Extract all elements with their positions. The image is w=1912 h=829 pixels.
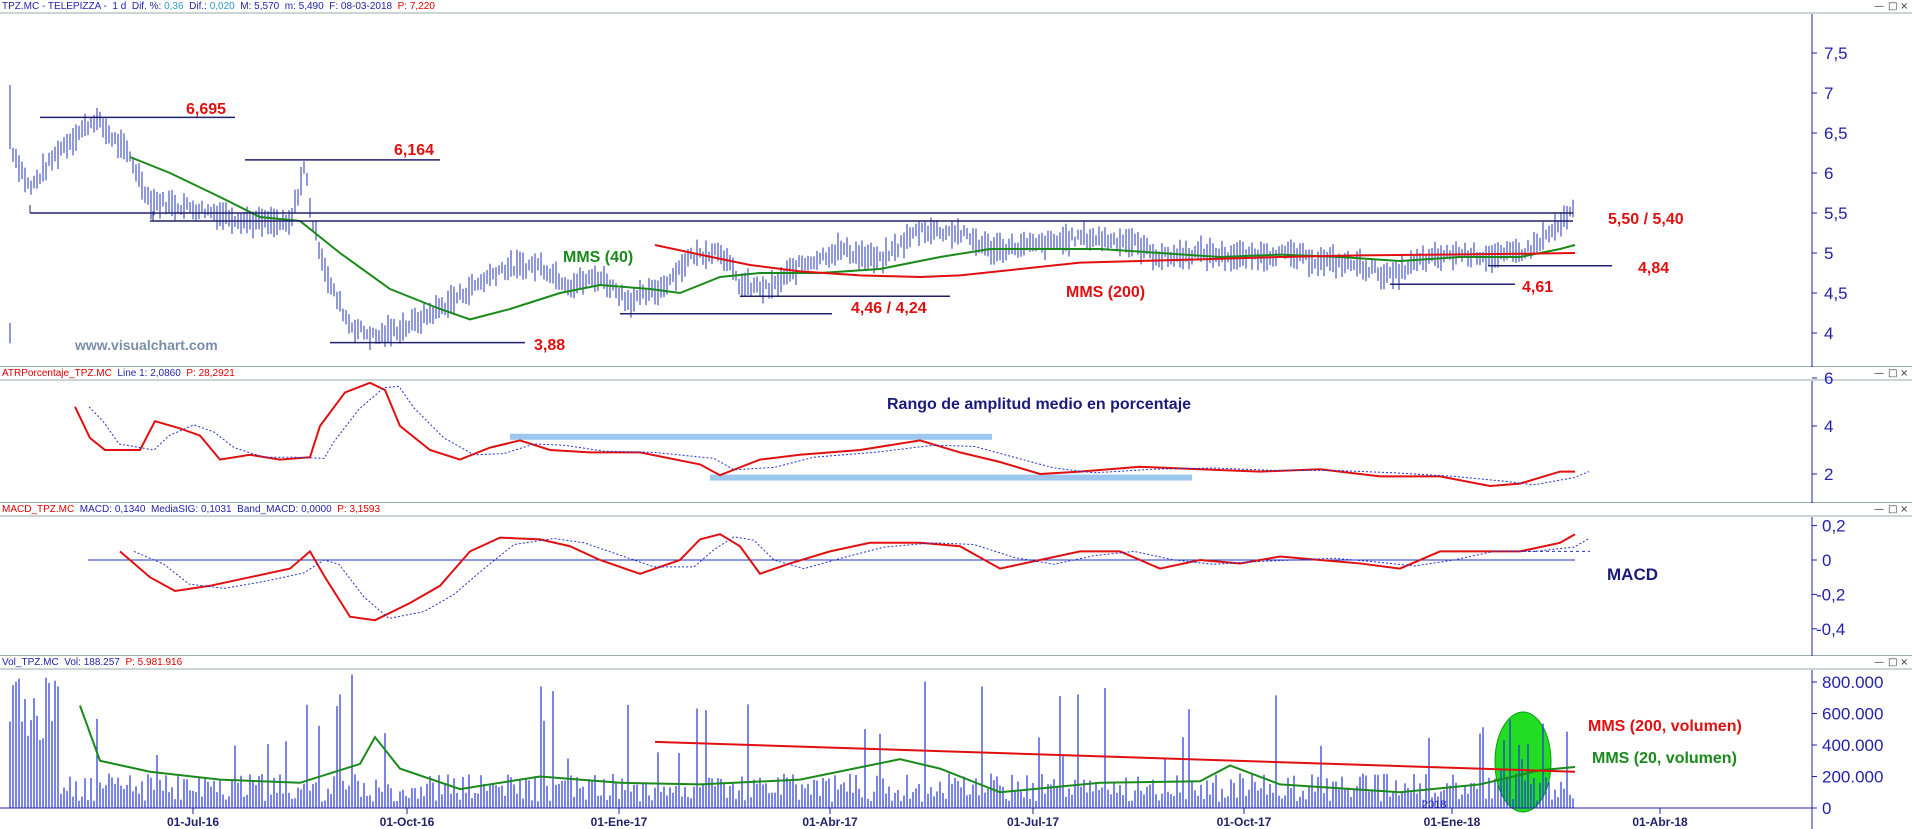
volume-chart: MMS (200, volumen) MMS (20, volumen) 800…: [0, 668, 1912, 829]
level-388-label: 3,88: [534, 337, 565, 354]
x-tick-label: 01-Abr-18: [1632, 815, 1688, 829]
macd-tick-label: -0,2: [1816, 585, 1845, 604]
volume-tick-label: 400.000: [1822, 736, 1883, 755]
macd-chart: MACD 0,2 0 -0,2 -0,4: [0, 515, 1912, 656]
price-tick-label: 7: [1824, 84, 1833, 103]
vol-mms20-label: MMS (20, volumen): [1592, 750, 1737, 767]
year-label: 2018: [1422, 799, 1446, 811]
atr-chart: Rango de amplitud medio en porcentaje 6 4…: [0, 369, 1912, 503]
atr-annotation: Rango de amplitud medio en porcentaje: [887, 396, 1191, 413]
macd-annotation: MACD: [1607, 565, 1658, 584]
volume-tick-label: 0: [1822, 799, 1831, 818]
x-tick-label: 01-Oct-17: [1217, 815, 1272, 829]
volume-tick-label: 600.000: [1822, 705, 1883, 724]
volume-tick-label: 200.000: [1822, 768, 1883, 787]
macd-line: [119, 533, 1576, 622]
x-tick-label: 01-Ene-18: [1424, 815, 1481, 829]
mms40-line: [129, 156, 1576, 321]
level-484-label: 4,84: [1638, 260, 1669, 277]
x-tick-label: 01-Abr-17: [802, 815, 858, 829]
watermark: www.visualchart.com: [74, 337, 218, 353]
atr-tick-label: 6: [1824, 369, 1833, 388]
price-tick-label: 5: [1824, 244, 1833, 263]
volume-panel: Vol_TPZ.MC Vol: 188.257 P: 5.981.916 — □…: [0, 656, 1912, 829]
volume-tick-label: 800.000: [1822, 673, 1883, 692]
macd-signal-line: [133, 536, 1590, 620]
macd-tick-label: 0,2: [1822, 517, 1846, 536]
vol-mms200-line: [654, 740, 1576, 773]
level-6695-label: 6,695: [186, 101, 226, 118]
price-tick-label: 4: [1824, 324, 1833, 343]
atr-channel-top: [510, 433, 992, 440]
price-chart: www.visualchart.com MMS (40) MMS (200) 6…: [0, 12, 1912, 367]
x-tick-label: 01-Oct-16: [380, 815, 435, 829]
macd-tick-label: -0,4: [1816, 620, 1845, 639]
atr-tick-label: 2: [1824, 465, 1833, 484]
level-461-label: 4,61: [1522, 279, 1553, 296]
level-6164-label: 6,164: [394, 142, 434, 159]
level-550-540-label: 5,50 / 5,40: [1608, 211, 1684, 228]
x-tick-label: 01-Jul-16: [167, 815, 219, 829]
mms200-label: MMS (200): [1066, 284, 1145, 301]
atr-tick-label: 4: [1824, 417, 1833, 436]
price-panel: TPZ.MC - TELEPIZZA - 1 d Dif. %: 0,36 Di…: [0, 0, 1912, 367]
macd-panel: MACD_TPZ.MC MACD: 0,1340 MediaSIG: 0,103…: [0, 503, 1912, 656]
atr-panel: ATRPorcentaje_TPZ.MC Line 1: 2,0860 P: 2…: [0, 367, 1912, 503]
atr-channel-bottom: [710, 474, 1192, 481]
price-tick-label: 5,5: [1824, 204, 1848, 223]
x-tick-label: 01-Ene-17: [591, 815, 648, 829]
x-tick-label: 01-Jul-17: [1007, 815, 1059, 829]
price-tick-label: 4,5: [1824, 284, 1848, 303]
mms40-label: MMS (40): [563, 249, 633, 266]
price-tick-label: 6: [1824, 164, 1833, 183]
price-tick-label: 7,5: [1824, 44, 1848, 63]
vol-mms20-line: [79, 705, 1576, 794]
vol-mms200-label: MMS (200, volumen): [1588, 718, 1742, 735]
macd-tick-label: 0: [1822, 551, 1831, 570]
price-tick-label: 6,5: [1824, 124, 1848, 143]
level-446-424-label: 4,46 / 4,24: [851, 300, 927, 317]
